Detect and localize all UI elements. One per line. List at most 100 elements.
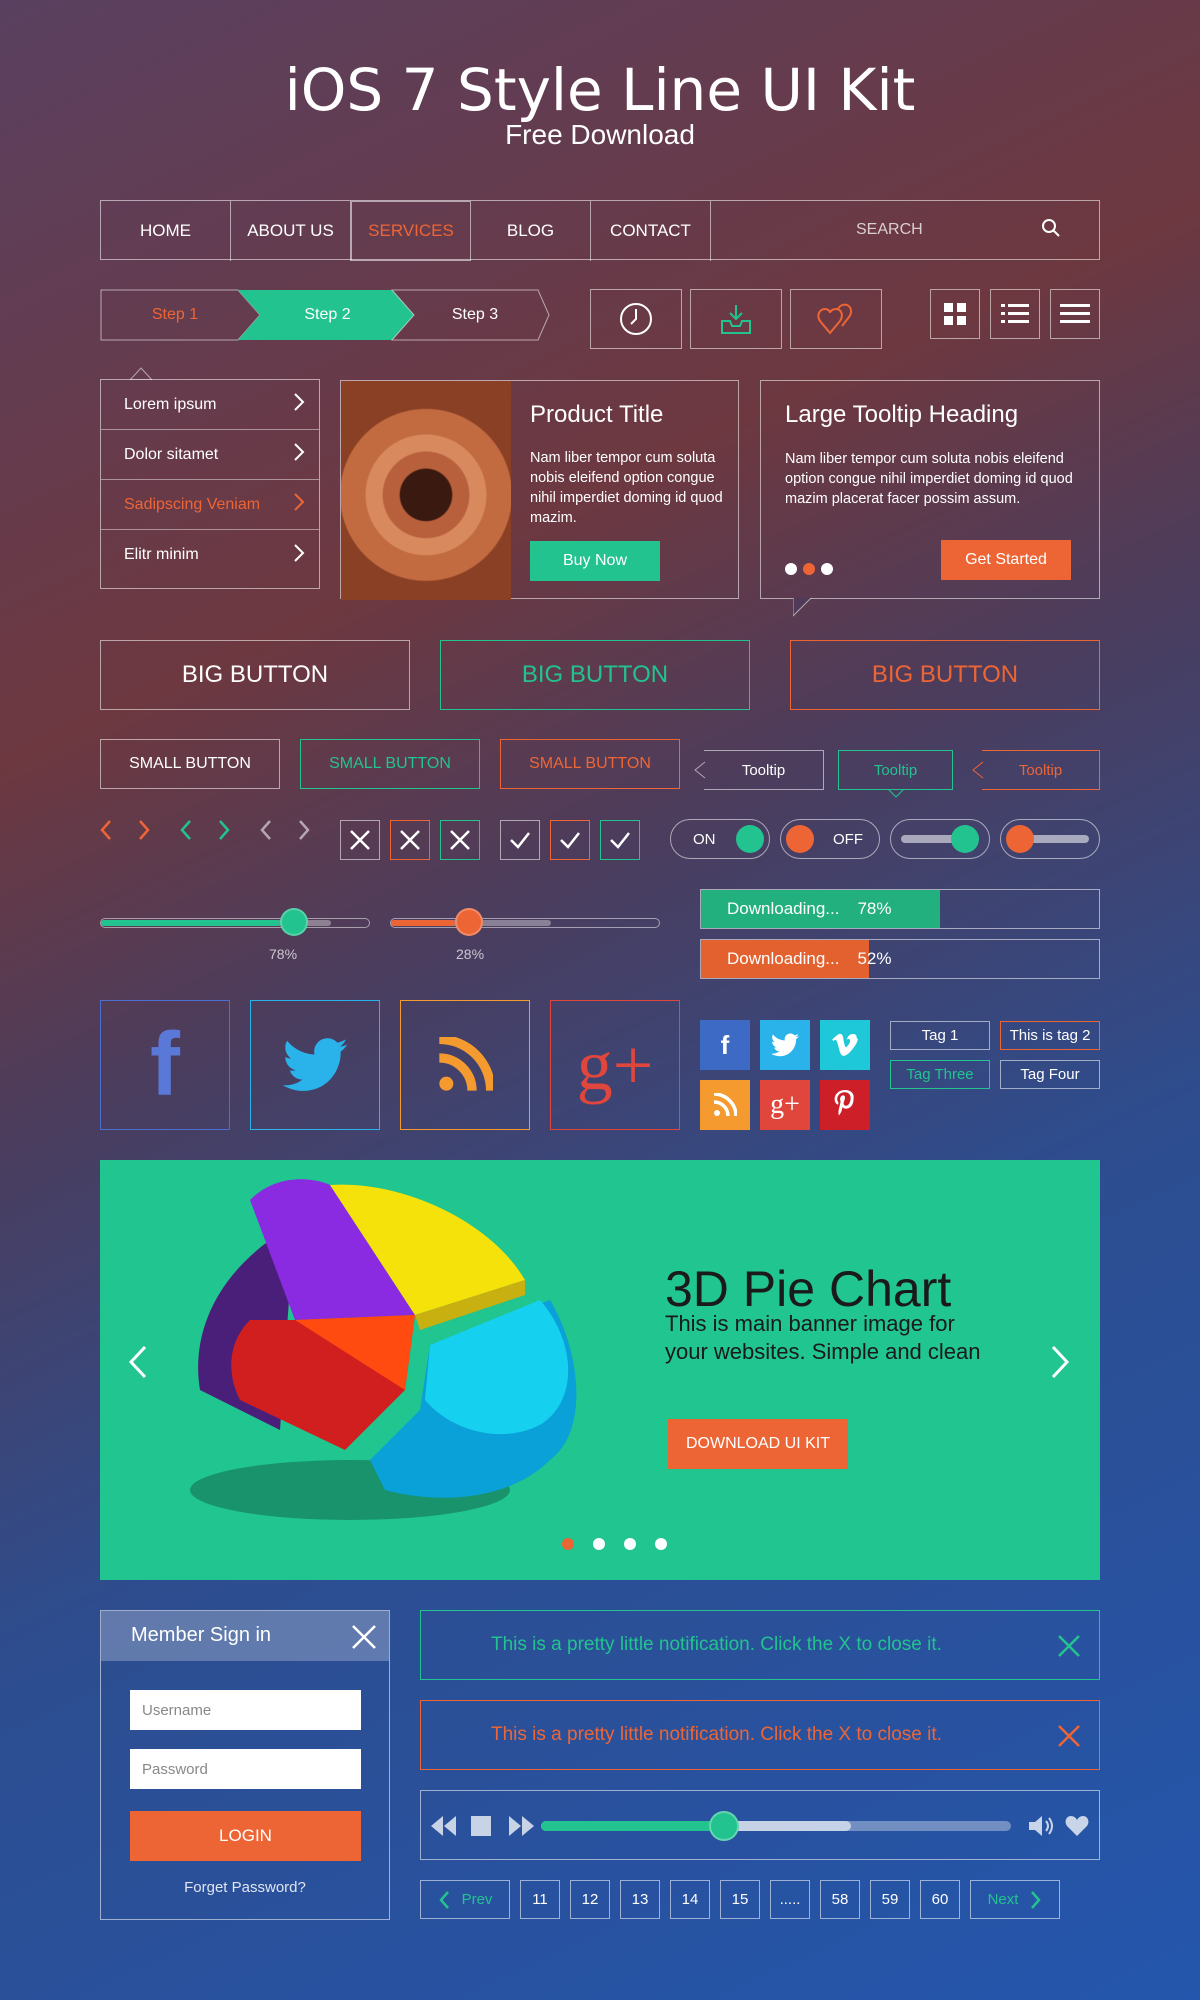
pinterest-button-small[interactable] xyxy=(820,1080,870,1130)
check-checkbox-white[interactable] xyxy=(500,820,540,860)
download-ui-kit-button[interactable]: DOWNLOAD UI KIT xyxy=(668,1419,848,1469)
get-started-button[interactable]: Get Started xyxy=(941,540,1071,580)
carousel-dot[interactable] xyxy=(785,563,797,575)
x-checkbox-orange[interactable] xyxy=(390,820,430,860)
banner-dot[interactable] xyxy=(655,1538,667,1550)
small-button-white[interactable]: SMALL BUTTON xyxy=(100,739,280,789)
step-3[interactable]: Step 3 xyxy=(405,289,545,341)
media-seek-bar[interactable] xyxy=(541,1811,1011,1841)
download-progress-2: Downloading... 52% xyxy=(700,939,1100,979)
inbox-download-button[interactable] xyxy=(690,289,782,349)
toggle-off[interactable]: OFF xyxy=(780,819,880,859)
rewind-icon[interactable] xyxy=(431,1816,457,1836)
media-player xyxy=(420,1790,1100,1860)
nav-item-home[interactable]: HOME xyxy=(101,201,231,261)
banner-dot[interactable] xyxy=(624,1538,636,1550)
carousel-dot[interactable] xyxy=(821,563,833,575)
step-2[interactable]: Step 2 xyxy=(250,289,405,341)
vimeo-button-small[interactable] xyxy=(820,1020,870,1070)
google-plus-button-small[interactable]: g+ xyxy=(760,1080,810,1130)
x-checkbox-white[interactable] xyxy=(340,820,380,860)
media-seek-handle[interactable] xyxy=(709,1811,739,1841)
tag-3[interactable]: Tag Three xyxy=(890,1060,990,1089)
nav-item-services[interactable]: SERVICES xyxy=(351,201,471,261)
tag-2[interactable]: This is tag 2 xyxy=(1000,1021,1100,1050)
pager-next-button[interactable]: Next xyxy=(970,1880,1060,1919)
menu-item-lorem[interactable]: Lorem ipsum xyxy=(101,380,319,430)
heart-icon[interactable] xyxy=(1065,1815,1089,1837)
search-icon[interactable] xyxy=(1041,218,1061,243)
switch-green[interactable] xyxy=(890,819,990,859)
slider-orange[interactable] xyxy=(390,908,660,936)
menu-item-elitr[interactable]: Elitr minim xyxy=(101,530,319,580)
password-field[interactable]: Password xyxy=(130,1749,361,1789)
rss-button-big[interactable] xyxy=(400,1000,530,1130)
pager-page[interactable]: 15 xyxy=(720,1880,760,1919)
volume-icon[interactable] xyxy=(1029,1815,1055,1837)
nav-item-about-us[interactable]: ABOUT US xyxy=(231,201,351,261)
banner-dot[interactable] xyxy=(593,1538,605,1550)
pager-page[interactable]: 59 xyxy=(870,1880,910,1919)
big-button-orange[interactable]: BIG BUTTON xyxy=(790,640,1100,710)
small-button-green[interactable]: SMALL BUTTON xyxy=(300,739,480,789)
tag-1[interactable]: Tag 1 xyxy=(890,1021,990,1050)
close-icon[interactable] xyxy=(351,1624,377,1650)
nav-item-blog[interactable]: BLOG xyxy=(471,201,591,261)
google-plus-button-big[interactable]: g+ xyxy=(550,1000,680,1130)
toggle-on[interactable]: ON xyxy=(670,819,770,859)
stop-icon[interactable] xyxy=(471,1816,491,1836)
rss-button-small[interactable] xyxy=(700,1080,750,1130)
pager-prev-button[interactable]: Prev xyxy=(420,1880,510,1919)
product-title: Product Title xyxy=(530,401,664,428)
pager-page[interactable]: 14 xyxy=(670,1880,710,1919)
grid-view-button[interactable] xyxy=(930,289,980,339)
slider-handle[interactable] xyxy=(280,908,308,936)
toggle-knob xyxy=(786,825,814,853)
username-field[interactable]: Username xyxy=(130,1690,361,1730)
banner-next-arrow[interactable] xyxy=(1050,1345,1070,1379)
slider-handle[interactable] xyxy=(455,908,483,936)
step-1[interactable]: Step 1 xyxy=(100,289,250,341)
fast-forward-icon[interactable] xyxy=(509,1816,535,1836)
banner-dot-active[interactable] xyxy=(562,1538,574,1550)
facebook-button-small[interactable]: f xyxy=(700,1020,750,1070)
pager-page[interactable]: 12 xyxy=(570,1880,610,1919)
menu-item-dolor[interactable]: Dolor sitamet xyxy=(101,430,319,480)
x-checkbox-green[interactable] xyxy=(440,820,480,860)
chevron-right-icon xyxy=(293,543,305,568)
hearts-button[interactable] xyxy=(790,289,882,349)
menu-item-sadipscing[interactable]: Sadipscing Veniam xyxy=(101,480,319,530)
big-button-green[interactable]: BIG BUTTON xyxy=(440,640,750,710)
menu-view-button[interactable] xyxy=(1050,289,1100,339)
clock-button[interactable] xyxy=(590,289,682,349)
progress-fill: Downloading... 78% xyxy=(701,890,941,928)
twitter-button-small[interactable] xyxy=(760,1020,810,1070)
check-checkbox-green[interactable] xyxy=(600,820,640,860)
list-view-button[interactable] xyxy=(990,289,1040,339)
close-icon[interactable] xyxy=(1057,1634,1081,1658)
pager-page[interactable]: 58 xyxy=(820,1880,860,1919)
forgot-password-link[interactable]: Forget Password? xyxy=(101,1879,389,1896)
twitter-button-big[interactable] xyxy=(250,1000,380,1130)
pager-page[interactable]: 60 xyxy=(920,1880,960,1919)
toggle-knob xyxy=(1006,825,1034,853)
search-input[interactable]: SEARCH xyxy=(711,201,1099,259)
pager-page[interactable]: 11 xyxy=(520,1880,560,1919)
buy-now-button[interactable]: Buy Now xyxy=(530,541,660,581)
chevron-left-icon xyxy=(260,820,271,840)
carousel-dot-active[interactable] xyxy=(803,563,815,575)
banner-prev-arrow[interactable] xyxy=(128,1345,148,1379)
tooltip-arrow-down xyxy=(888,789,904,798)
tag-4[interactable]: Tag Four xyxy=(1000,1060,1100,1089)
small-button-orange[interactable]: SMALL BUTTON xyxy=(500,739,680,789)
check-checkbox-orange[interactable] xyxy=(550,820,590,860)
pager-page[interactable]: 13 xyxy=(620,1880,660,1919)
login-button[interactable]: LOGIN xyxy=(130,1811,361,1861)
close-icon[interactable] xyxy=(1057,1724,1081,1748)
facebook-button-big[interactable]: f xyxy=(100,1000,230,1130)
nav-item-contact[interactable]: CONTACT xyxy=(591,201,711,261)
big-button-white[interactable]: BIG BUTTON xyxy=(100,640,410,710)
toggle-knob xyxy=(736,825,764,853)
switch-orange[interactable] xyxy=(1000,819,1100,859)
slider-green[interactable] xyxy=(100,908,370,936)
